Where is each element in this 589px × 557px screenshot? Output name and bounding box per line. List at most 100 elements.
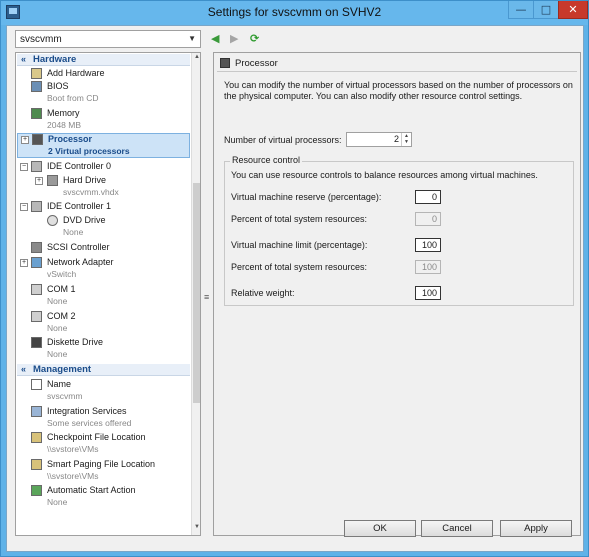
tree-item-sub: vSwitch [47, 269, 77, 279]
reserve-percent-value: 0 [415, 212, 441, 226]
num-processors-value[interactable]: 2 [394, 134, 399, 144]
tree-scrollbar[interactable]: ▲ ▼ [191, 53, 200, 535]
chevron-down-icon: ▼ [188, 34, 196, 43]
close-button[interactable]: ✕ [558, 1, 588, 19]
dvd-disc-icon [47, 215, 58, 226]
tree-item-label: IDE Controller 1 [47, 201, 112, 211]
tree-item-hard-drive[interactable]: + Hard Drive svscvmm.vhdx [17, 175, 190, 199]
tree-item-sub: svscvmm [47, 391, 83, 401]
scsi-controller-icon [31, 242, 42, 253]
tree-item-integration-services[interactable]: Integration Services Some services offer… [17, 406, 190, 430]
vm-limit-label: Virtual machine limit (percentage): [231, 240, 368, 250]
tree-item-sub: None [63, 227, 84, 237]
minimize-button[interactable]: — [508, 1, 534, 19]
tree-item-automatic-start-action[interactable]: Automatic Start Action None [17, 485, 190, 509]
tree-item-scsi-controller[interactable]: SCSI Controller [17, 242, 190, 254]
tree-item-memory[interactable]: Memory 2048 MB [17, 108, 190, 132]
scroll-up-icon[interactable]: ▲ [193, 54, 200, 64]
tree-item-ide-controller-0[interactable]: − IDE Controller 0 [17, 161, 190, 173]
collapse-minus-icon[interactable]: − [20, 203, 28, 211]
hardware-header-label: Hardware [33, 54, 77, 65]
relative-weight-input[interactable]: 100 [415, 286, 441, 300]
expand-plus-icon[interactable]: + [20, 259, 28, 267]
relative-weight-label: Relative weight: [231, 288, 295, 298]
collapse-chevron-icon[interactable]: « [21, 54, 26, 65]
tree-item-processor[interactable]: + Processor 2 Virtual processors [17, 133, 190, 158]
tree-item-network-adapter[interactable]: + Network Adapter vSwitch [17, 257, 190, 281]
tree-item-diskette-drive[interactable]: Diskette Drive None [17, 337, 190, 361]
tree-item-checkpoint-location[interactable]: Checkpoint File Location \\svstore\VMs [17, 432, 190, 456]
tree-item-label: COM 1 [47, 284, 76, 294]
tree-item-smart-paging-location[interactable]: Smart Paging File Location \\svstore\VMs [17, 459, 190, 483]
resource-control-description: You can use resource controls to balance… [231, 170, 538, 180]
num-processors-label: Number of virtual processors: [224, 135, 342, 145]
vm-limit-input[interactable]: 100 [415, 238, 441, 252]
apply-button[interactable]: Apply [500, 520, 572, 537]
title-bar[interactable]: Settings for svscvmm on SVHV2 — □ ✕ [1, 1, 588, 25]
ide-controller-icon [31, 201, 42, 212]
bios-chip-icon [31, 81, 42, 92]
ok-button[interactable]: OK [344, 520, 416, 537]
tree-item-add-hardware[interactable]: Add Hardware [17, 68, 190, 80]
hardware-section-header[interactable]: « Hardware [17, 54, 190, 66]
tree-item-label: BIOS [47, 81, 69, 91]
reserve-percent-label: Percent of total system resources: [231, 214, 368, 224]
tree-item-ide-controller-1[interactable]: − IDE Controller 1 [17, 201, 190, 213]
processor-icon [32, 134, 43, 145]
management-header-label: Management [33, 364, 92, 375]
smart-paging-folder-icon [31, 459, 42, 470]
num-processors-stepper[interactable]: 2 ▲ ▼ [346, 132, 412, 147]
settings-window: Settings for svscvmm on SVHV2 — □ ✕ svsc… [0, 0, 589, 557]
tree-item-dvd-drive[interactable]: DVD Drive None [17, 215, 190, 239]
tree-item-label: Name [47, 379, 72, 389]
expand-plus-icon[interactable]: + [21, 136, 29, 144]
maximize-button[interactable]: □ [533, 1, 559, 19]
tree-item-label: Processor [48, 134, 93, 144]
integration-services-icon [31, 406, 42, 417]
tree-item-com2[interactable]: COM 2 None [17, 311, 190, 335]
tree-item-name[interactable]: Name svscvmm [17, 379, 190, 403]
tree-item-label: Hard Drive [63, 175, 107, 185]
forward-arrow-icon[interactable]: ▶ [230, 32, 238, 45]
collapse-minus-icon[interactable]: − [20, 163, 28, 171]
panel-splitter[interactable]: ≡ [203, 52, 211, 536]
serial-port-icon [31, 311, 42, 322]
checkpoint-folder-icon [31, 432, 42, 443]
limit-percent-label: Percent of total system resources: [231, 262, 368, 272]
tree-item-label: Automatic Start Action [47, 485, 136, 495]
tree-item-sub: None [47, 323, 68, 333]
tree-item-sub: Boot from CD [47, 93, 99, 103]
scroll-down-icon[interactable]: ▼ [193, 524, 200, 534]
collapse-chevron-icon[interactable]: « [21, 364, 26, 375]
tree-item-label: COM 2 [47, 311, 76, 321]
processor-description: You can modify the number of virtual pro… [224, 80, 573, 101]
resource-control-title: Resource control [230, 155, 303, 165]
refresh-icon[interactable]: ⟳ [250, 32, 259, 45]
vm-selector[interactable]: svscvmm ▼ [15, 30, 201, 48]
spin-arrows-icon[interactable]: ▲ ▼ [401, 133, 411, 146]
vm-reserve-input[interactable]: 0 [415, 190, 441, 204]
tree-item-com1[interactable]: COM 1 None [17, 284, 190, 308]
tree-item-bios[interactable]: BIOS Boot from CD [17, 81, 190, 105]
tree-item-label: Add Hardware [47, 68, 105, 78]
tree-item-sub: 2048 MB [47, 120, 82, 130]
tree-item-label: Smart Paging File Location [47, 459, 156, 469]
expand-plus-icon[interactable]: + [35, 177, 43, 185]
cancel-button[interactable]: Cancel [421, 520, 493, 537]
tree-item-label: IDE Controller 0 [47, 161, 112, 171]
tree-item-sub: \\svstore\VMs [47, 444, 99, 454]
management-section-header[interactable]: « Management [17, 364, 190, 376]
floppy-disk-icon [31, 337, 42, 348]
automatic-start-icon [31, 485, 42, 496]
splitter-grip-icon[interactable]: ≡ [204, 292, 209, 302]
tree-item-sub: \\svstore\VMs [47, 471, 99, 481]
scrollbar-thumb[interactable] [193, 183, 200, 403]
tree-item-sub: None [47, 296, 68, 306]
hard-drive-icon [47, 175, 58, 186]
tree-item-sub: Some services offered [47, 418, 132, 428]
add-hardware-icon [31, 68, 42, 79]
tree-item-sub: svscvmm.vhdx [63, 187, 119, 197]
resource-control-group: Resource control You can use resource co… [224, 155, 574, 306]
tree-item-label: Network Adapter [47, 257, 114, 267]
back-arrow-icon[interactable]: ◀ [211, 32, 219, 45]
